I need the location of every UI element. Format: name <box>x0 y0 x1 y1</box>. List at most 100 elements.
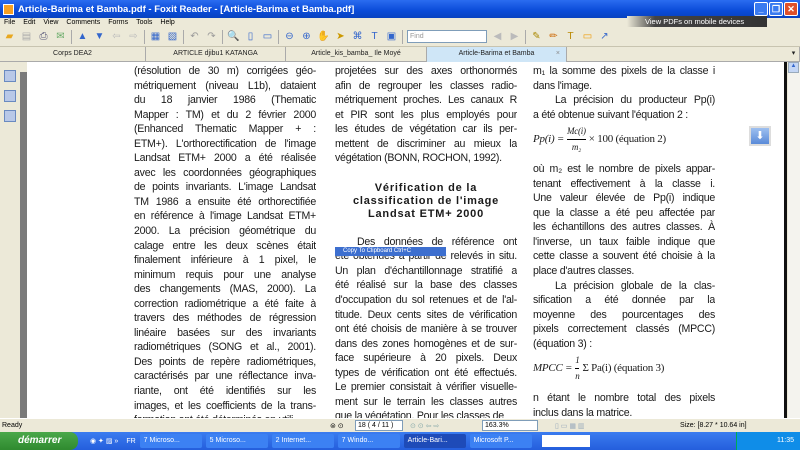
taskbar-item[interactable]: 5 Microso... <box>205 434 268 448</box>
text-line: Mapper : TM) et du 2 février 2000 <box>134 108 316 121</box>
separator <box>525 29 526 44</box>
forward-icon[interactable]: ⇨ <box>127 30 140 43</box>
mobile-promo-banner[interactable]: View PDFs on mobile devices <box>627 16 767 27</box>
find-input[interactable]: Find <box>407 30 487 43</box>
equation: MPCC = 1 n Σ Pa(i) (équation 3) <box>533 351 715 385</box>
window-title: Article-Barima et Bamba.pdf - Foxit Read… <box>18 3 355 15</box>
equation: Pp(i) = Mc(i) m₂ × 100 (équation 2) <box>533 122 715 156</box>
menu-view[interactable]: View <box>43 19 58 26</box>
pages-icon[interactable] <box>4 90 16 102</box>
text-line: pixels correctement classés (MPCC) <box>533 323 715 336</box>
text-line: projetées sur des axes orthonormés <box>335 65 517 77</box>
zoom-select[interactable]: 163.3% <box>482 420 538 431</box>
text-line: face supérieure à 20 pixels. Deux <box>335 352 517 365</box>
minimize-button[interactable]: _ <box>754 2 768 16</box>
page-nav-icons[interactable]: ⊙ ⊙ ⇦ ⇨ <box>410 422 439 430</box>
snapshot-icon[interactable]: ▣ <box>385 30 398 43</box>
text-line: ont été choisis de manière à se trouver <box>335 323 517 336</box>
text-line: radiométriques (SONG et al., 2001). <box>134 341 316 354</box>
taskbar-item[interactable]: Article-Bari... <box>403 434 466 448</box>
text-line: (résolution de 30 m) corrigées géo- <box>134 65 316 77</box>
fit-page-icon[interactable]: ▯ <box>244 30 257 43</box>
save-icon[interactable]: ▤ <box>20 30 33 43</box>
copy-to-clipboard-tooltip[interactable]: Copy To Clipboard Ctrl+C <box>335 247 446 256</box>
text-line: cette classe a souvent été choisie à la <box>533 250 715 263</box>
menu-edit[interactable]: Edit <box>23 19 35 26</box>
menu-tools[interactable]: Tools <box>136 19 152 26</box>
tab-article-djibu[interactable]: ARTICLE djibu1 KATANGA <box>146 47 286 62</box>
pencil-icon[interactable]: ✏ <box>547 30 560 43</box>
bookmarks-icon[interactable] <box>4 70 16 82</box>
fit-width-icon[interactable]: ▭ <box>261 30 274 43</box>
start-button[interactable]: démarrer <box>0 432 78 450</box>
undo-icon[interactable]: ↶ <box>188 30 201 43</box>
zoom-tool-icon[interactable]: 🔍 <box>227 30 240 43</box>
text-select-icon[interactable]: T <box>368 30 381 43</box>
open-icon[interactable]: ▰ <box>3 30 16 43</box>
text-column-1: (résolution de 30 m) corrigées géo-métri… <box>134 64 316 418</box>
text-line: sification a été donnée par la <box>533 294 715 307</box>
back-icon[interactable]: ⇦ <box>110 30 123 43</box>
tab-list-dropdown[interactable]: ▾ <box>788 47 800 62</box>
text-line: titude. Deux cents sites de vérification <box>335 308 517 321</box>
menu-comments[interactable]: Comments <box>66 19 100 26</box>
text-line: des changements (MAS, 2000). La <box>134 283 316 296</box>
taskbar-item[interactable]: 7 Windo... <box>337 434 400 448</box>
scroll-down-arrow-icon[interactable]: ⬇ <box>749 126 771 146</box>
zoom-out-icon[interactable]: ⊖ <box>283 30 296 43</box>
typewriter-icon[interactable]: T <box>564 30 577 43</box>
taskbar-item[interactable]: 2 Internet... <box>271 434 334 448</box>
comment-icon[interactable]: ▭ <box>581 30 594 43</box>
menu-help[interactable]: Help <box>160 19 174 26</box>
close-tab-icon[interactable]: × <box>556 47 560 61</box>
taskbar-item[interactable]: Microsoft P... <box>469 434 532 448</box>
equation-den: m₂ <box>571 141 581 152</box>
section-heading: Vérification de la <box>374 181 478 194</box>
text-line: correction radiométrique a été faite à <box>134 297 316 310</box>
fraction: 1n <box>575 353 580 383</box>
text-line: dans l'image. <box>533 79 592 92</box>
text-line: images, et les coefficients de la trans- <box>134 399 316 412</box>
foxit-app-icon <box>3 3 14 15</box>
vertical-scrollbar[interactable]: ▲ <box>788 62 800 418</box>
tab-corps-dea2[interactable]: Corps DEA2 <box>0 47 146 62</box>
text-line: l'inverse, un taux faible indique que <box>533 235 715 248</box>
find-binoculars-icon[interactable]: ⌘ <box>351 30 364 43</box>
panel-divider[interactable] <box>20 72 27 418</box>
scroll-up-icon[interactable]: ▲ <box>788 62 799 73</box>
layers-icon[interactable] <box>4 110 16 122</box>
find-previous-icon[interactable]: ◀ <box>491 30 504 43</box>
language-indicator[interactable]: FR <box>126 438 135 445</box>
print-icon[interactable]: ⎙ <box>37 30 50 43</box>
find-next-icon[interactable]: ▶ <box>508 30 521 43</box>
equation-num: Mc(i) <box>567 124 586 140</box>
first-page-icon[interactable]: ⊜ ⊙ <box>330 422 344 430</box>
redo-icon[interactable]: ↷ <box>205 30 218 43</box>
page-number-input[interactable]: 18 ( 4 / 11 ) <box>355 420 403 431</box>
select-text-icon[interactable]: ➤ <box>334 30 347 43</box>
previous-page-icon[interactable]: ▲ <box>76 30 89 43</box>
note-icon[interactable]: ✎ <box>530 30 543 43</box>
taskbar-search-input[interactable] <box>541 435 590 447</box>
menu-file[interactable]: File <box>4 19 15 26</box>
arrow-icon[interactable]: ↗ <box>598 30 611 43</box>
quick-launch-icons[interactable]: ◉ ✦ ▨ » <box>90 437 118 445</box>
tab-article-kis-bamba[interactable]: Article_kis_bamba_ Ile Moyé <box>286 47 427 62</box>
extract-pages-icon[interactable]: ▦ <box>149 30 162 43</box>
insert-pages-icon[interactable]: ▧ <box>166 30 179 43</box>
text-line: m₁ la somme des pixels de la classe i <box>533 65 715 77</box>
page-layout-icons[interactable]: ▯ ▭ ▦ ▥ <box>555 422 585 430</box>
hand-tool-icon[interactable]: ✋ <box>317 30 330 43</box>
email-icon[interactable]: ✉ <box>54 30 67 43</box>
next-page-icon[interactable]: ▼ <box>93 30 106 43</box>
equation-rhs: × 100 (équation 2) <box>588 132 666 145</box>
taskbar: démarrer ◉ ✦ ▨ » FR 7 Microso... 5 Micro… <box>0 432 800 450</box>
equation-lhs: Pp(i) = <box>533 132 565 145</box>
zoom-in-icon[interactable]: ⊕ <box>300 30 313 43</box>
menu-forms[interactable]: Forms <box>108 19 128 26</box>
restore-button[interactable]: ❐ <box>769 2 783 16</box>
tab-article-barima[interactable]: Article-Barima et Bamba × <box>427 47 567 62</box>
text-line: place d'autres classes. <box>533 265 635 278</box>
close-button[interactable]: ✕ <box>784 2 798 16</box>
taskbar-item[interactable]: 7 Microso... <box>139 434 202 448</box>
